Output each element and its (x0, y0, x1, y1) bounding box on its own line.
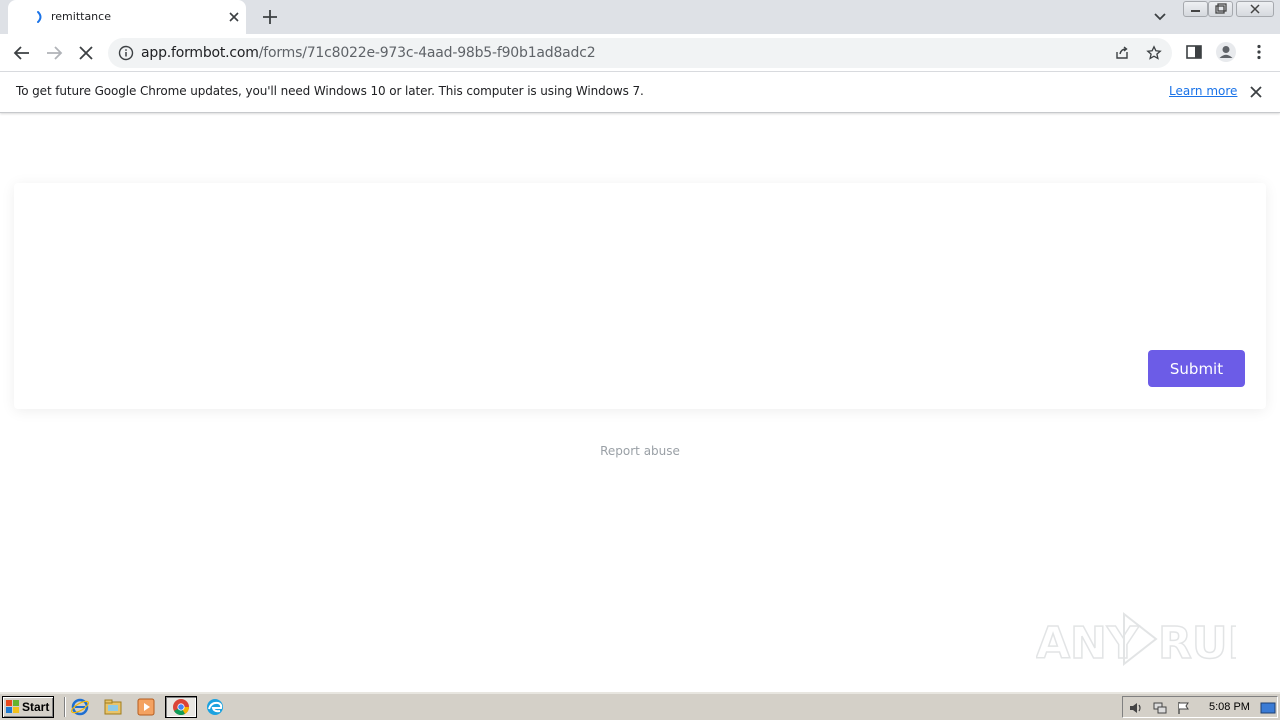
close-window-icon (1250, 4, 1260, 14)
browser-toolbar: app.formbot.com/forms/71c8022e-973c-4aad… (0, 34, 1280, 72)
start-label: Start (22, 700, 50, 714)
windows-logo-icon (6, 700, 19, 713)
address-bar[interactable]: app.formbot.com/forms/71c8022e-973c-4aad… (108, 38, 1172, 68)
bookmark-star-icon[interactable] (1146, 45, 1162, 61)
forward-arrow-icon[interactable] (41, 40, 67, 66)
minimize-button[interactable] (1183, 1, 1208, 17)
url-text: app.formbot.com/forms/71c8022e-973c-4aad… (141, 45, 596, 61)
system-tray: 5:08 PM (1122, 696, 1278, 718)
tab-search-chevron-icon[interactable] (1151, 8, 1169, 26)
kebab-menu-icon[interactable] (1249, 42, 1269, 62)
profile-avatar-icon[interactable] (1215, 41, 1237, 63)
report-abuse-link[interactable]: Report abuse (0, 444, 1280, 458)
infobar-close-icon[interactable] (1248, 84, 1264, 100)
network-icon[interactable] (1152, 700, 1168, 716)
site-info-icon[interactable] (118, 45, 134, 61)
start-button[interactable]: Start (2, 696, 54, 718)
watermark-text-right: RUN (1158, 618, 1236, 669)
new-tab-icon[interactable] (260, 7, 280, 27)
form-card: Submit (14, 183, 1266, 409)
chrome-task-button[interactable] (165, 696, 197, 718)
infobar-message: To get future Google Chrome updates, you… (16, 84, 644, 98)
formbot-favicon-icon (37, 11, 42, 23)
action-center-flag-icon[interactable] (1176, 700, 1192, 716)
stop-loading-icon[interactable] (73, 40, 99, 66)
submit-button[interactable]: Submit (1148, 350, 1245, 387)
tab-close-icon[interactable] (226, 9, 242, 25)
volume-icon[interactable] (1128, 700, 1144, 716)
share-icon[interactable] (1114, 45, 1130, 61)
ie-icon[interactable] (70, 697, 90, 717)
restore-icon (1215, 3, 1227, 14)
browser-tab[interactable]: remittance (8, 0, 246, 34)
minimize-icon (1191, 10, 1200, 12)
chrome-icon (173, 699, 189, 715)
taskbar-clock[interactable]: 5:08 PM (1209, 701, 1250, 713)
tab-strip: remittance (0, 0, 1280, 34)
update-infobar: To get future Google Chrome updates, you… (0, 72, 1280, 113)
show-desktop-icon[interactable] (1260, 700, 1276, 716)
close-window-button[interactable] (1236, 1, 1274, 17)
windows-taskbar: Start 5:08 PM (0, 692, 1280, 720)
side-panel-icon[interactable] (1184, 42, 1204, 62)
explorer-icon[interactable] (103, 697, 123, 717)
url-host: app.formbot.com (141, 45, 259, 61)
back-arrow-icon[interactable] (9, 40, 35, 66)
learn-more-link[interactable]: Learn more (1169, 84, 1237, 98)
anyrun-watermark: ANY RUN (1036, 611, 1236, 670)
media-player-icon[interactable] (136, 697, 156, 717)
edge-icon[interactable] (205, 697, 225, 717)
tab-title: remittance (51, 10, 111, 23)
restore-button[interactable] (1208, 1, 1233, 17)
taskbar-separator (64, 697, 66, 717)
url-path: /forms/71c8022e-973c-4aad-98b5-f90b1ad8a… (258, 45, 596, 61)
